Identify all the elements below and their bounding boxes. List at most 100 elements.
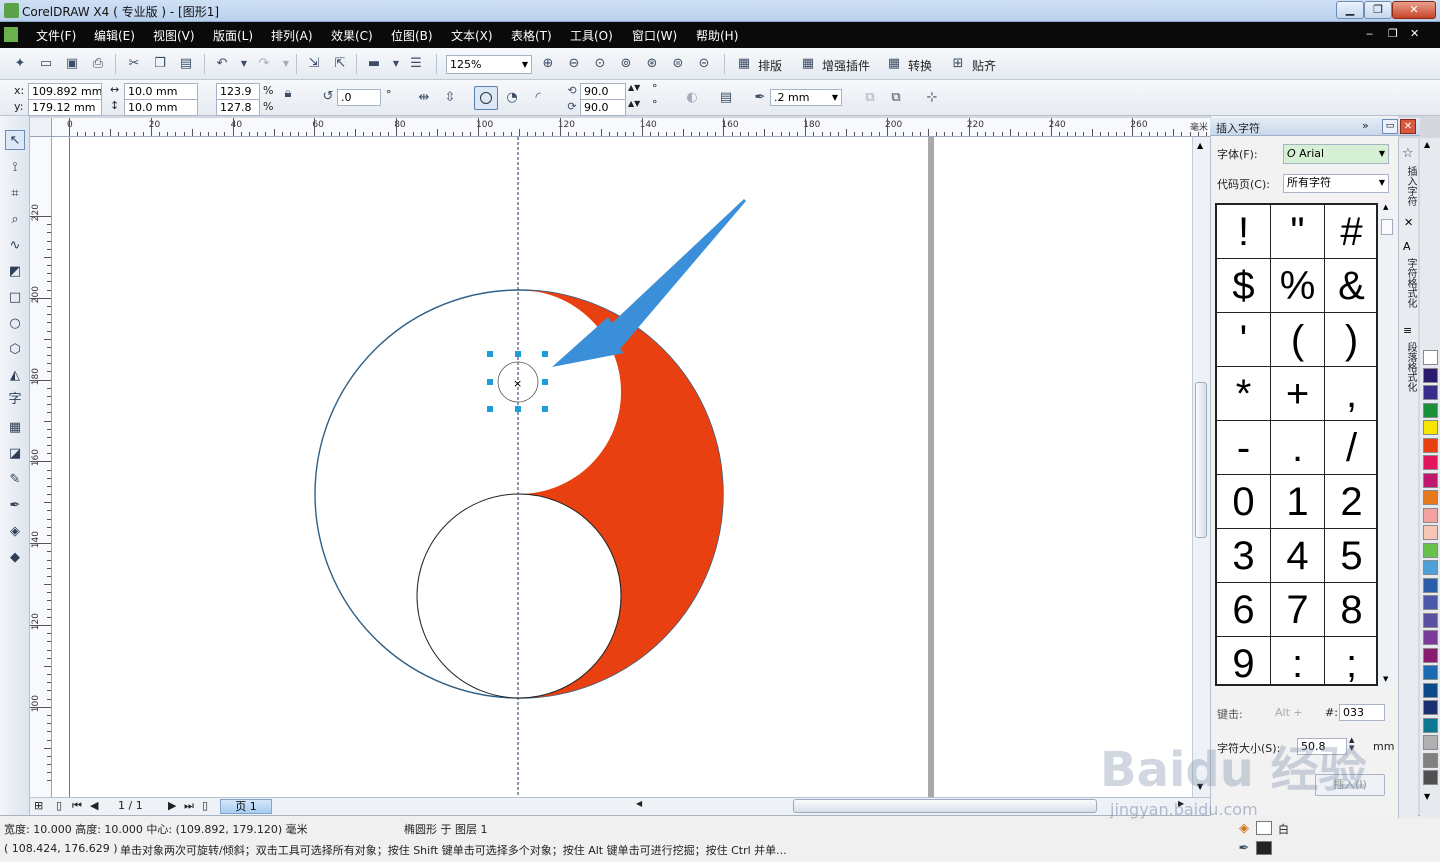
docker-close-icon[interactable]: ✕ xyxy=(1400,119,1416,134)
ellipse-tool-icon[interactable]: ○ xyxy=(5,314,25,334)
character-cell[interactable]: $ xyxy=(1217,259,1271,313)
character-cell[interactable]: " xyxy=(1271,205,1325,259)
new-document-icon[interactable]: ✦ xyxy=(12,56,28,72)
lower-circle[interactable] xyxy=(416,493,622,699)
character-cell[interactable]: . xyxy=(1271,421,1325,475)
handle-bottom-left[interactable] xyxy=(487,406,493,412)
rotation-field[interactable]: .0 xyxy=(337,89,381,106)
lock-ratio-icon[interactable]: 🔒︎ xyxy=(280,86,296,102)
doc-restore-button[interactable]: ❐ xyxy=(1388,27,1398,40)
interactive-blend-tool-icon[interactable]: ◪ xyxy=(5,444,25,464)
text-tool-icon[interactable]: 字 xyxy=(5,390,25,410)
character-cell[interactable]: & xyxy=(1325,259,1376,313)
zoom-out-icon[interactable]: ⊖ xyxy=(566,56,582,72)
character-cell[interactable]: 0 xyxy=(1217,475,1271,529)
first-page-icon[interactable]: ⏮ xyxy=(72,799,82,813)
codepage-select[interactable]: 所有字符 ▼ xyxy=(1283,174,1389,193)
palette-swatch[interactable] xyxy=(1423,525,1438,540)
zoom-height-icon[interactable]: ⊝ xyxy=(696,56,712,72)
close-icon[interactable]: ✕ xyxy=(1404,216,1413,229)
y-position-field[interactable]: 179.12 mm xyxy=(28,99,102,116)
width-field[interactable]: 10.0 mm xyxy=(124,83,198,100)
palette-swatch[interactable] xyxy=(1423,560,1438,575)
drawing-canvas[interactable]: × xyxy=(52,137,1192,797)
palette-swatch[interactable] xyxy=(1423,472,1438,488)
character-cell[interactable]: ; xyxy=(1325,637,1376,684)
page-tab[interactable]: 页 1 xyxy=(220,799,272,814)
snap-plugin-label[interactable]: 贴齐 xyxy=(972,57,996,74)
scale-x-field[interactable]: 123.9 xyxy=(216,83,260,100)
menu-table[interactable]: 表格(T) xyxy=(511,27,552,44)
palette-swatch[interactable] xyxy=(1423,350,1438,365)
zoom-width-icon[interactable]: ⊜ xyxy=(670,56,686,72)
scroll-left-icon[interactable]: ◀ xyxy=(636,799,642,808)
menu-view[interactable]: 视图(V) xyxy=(153,27,195,44)
x-position-field[interactable]: 109.892 mm xyxy=(28,83,102,100)
palette-swatch[interactable] xyxy=(1423,595,1438,610)
start-angle-field[interactable]: 90.0 xyxy=(580,83,626,100)
insert-page-before-icon[interactable]: ▯ xyxy=(56,799,62,812)
redo-icon[interactable]: ↷ xyxy=(256,56,272,72)
scale-y-field[interactable]: 127.8 xyxy=(216,99,260,116)
layout-plugin-icon[interactable]: ▦ xyxy=(736,56,752,72)
zoom-selected-icon[interactable]: ⊙ xyxy=(592,56,608,72)
menu-effects[interactable]: 效果(C) xyxy=(331,27,373,44)
zoom-all-icon[interactable]: ⊚ xyxy=(618,56,634,72)
crop-tool-icon[interactable]: ⌗ xyxy=(5,184,25,204)
document-icon[interactable] xyxy=(4,27,18,42)
scroll-up-icon[interactable]: ▲ xyxy=(1383,203,1388,211)
tab-insert-character[interactable]: 插入字符 xyxy=(1403,166,1418,206)
palette-swatch[interactable] xyxy=(1423,577,1438,593)
character-cell[interactable]: 3 xyxy=(1217,529,1271,583)
convert-to-curves-icon[interactable]: ⊹ xyxy=(924,90,940,106)
direction-icon[interactable]: ◐ xyxy=(684,90,700,106)
pick-tool-icon[interactable]: ↖ xyxy=(5,130,25,150)
ellipse-mode-button[interactable] xyxy=(474,86,498,110)
character-cell[interactable]: ) xyxy=(1325,313,1376,367)
palette-swatch[interactable] xyxy=(1423,682,1438,698)
palette-swatch[interactable] xyxy=(1423,665,1438,680)
rectangle-tool-icon[interactable]: □ xyxy=(5,288,25,308)
previous-page-icon[interactable]: ◀ xyxy=(90,799,98,812)
font-select[interactable]: O Arial ▼ xyxy=(1283,144,1389,164)
smart-fill-tool-icon[interactable]: ◩ xyxy=(5,262,25,282)
spinner-icon[interactable]: ▲▼ xyxy=(628,99,640,108)
star-icon[interactable]: ☆ xyxy=(1402,146,1414,161)
palette-swatch[interactable] xyxy=(1423,647,1438,663)
fill-tool-icon[interactable]: ◈ xyxy=(5,522,25,542)
to-front-icon[interactable]: ⧉ xyxy=(888,90,904,106)
tab-paragraph-formatting[interactable]: 段落格式化 xyxy=(1403,342,1418,392)
character-cell[interactable]: 6 xyxy=(1217,583,1271,637)
pie-mode-icon[interactable]: ◔ xyxy=(504,90,520,106)
character-cell[interactable]: 4 xyxy=(1271,529,1325,583)
character-cell[interactable]: + xyxy=(1271,367,1325,421)
character-cell[interactable]: 7 xyxy=(1271,583,1325,637)
palette-swatch[interactable] xyxy=(1423,402,1438,418)
enhance-plugin-icon[interactable]: ▦ xyxy=(800,56,816,72)
mirror-vertical-icon[interactable]: ⇳ xyxy=(442,90,458,106)
handle-bottom-middle[interactable] xyxy=(515,406,521,412)
character-cell[interactable]: * xyxy=(1217,367,1271,421)
character-grid-scrollbar[interactable]: ▲ ▼ xyxy=(1380,203,1394,686)
maximize-button[interactable]: ❐ xyxy=(1364,1,1392,19)
menu-bitmaps[interactable]: 位图(B) xyxy=(391,27,433,44)
character-cell[interactable]: / xyxy=(1325,421,1376,475)
character-grid-scroll-thumb[interactable] xyxy=(1381,219,1393,235)
minimize-button[interactable]: ▁ xyxy=(1336,1,1364,19)
handle-middle-right[interactable] xyxy=(542,379,548,385)
code-field[interactable]: 033 xyxy=(1339,704,1385,721)
palette-swatch[interactable] xyxy=(1423,612,1438,628)
undo-dropdown-icon[interactable]: ▼ xyxy=(236,56,252,72)
character-cell[interactable]: , xyxy=(1325,367,1376,421)
open-icon[interactable]: ▭ xyxy=(38,56,54,72)
zoom-in-icon[interactable]: ⊕ xyxy=(540,56,556,72)
undo-icon[interactable]: ↶ xyxy=(214,56,230,72)
basic-shapes-tool-icon[interactable]: ◭ xyxy=(5,366,25,386)
palette-swatch[interactable] xyxy=(1423,490,1438,505)
polygon-tool-icon[interactable]: ⬡ xyxy=(5,340,25,360)
palette-swatch[interactable] xyxy=(1423,752,1438,768)
to-back-icon[interactable]: ⧉ xyxy=(862,90,878,106)
eyedropper-tool-icon[interactable]: ✎ xyxy=(5,470,25,490)
horizontal-scroll-thumb[interactable] xyxy=(793,799,1097,813)
navigator-icon[interactable]: ⊞ xyxy=(34,799,43,812)
